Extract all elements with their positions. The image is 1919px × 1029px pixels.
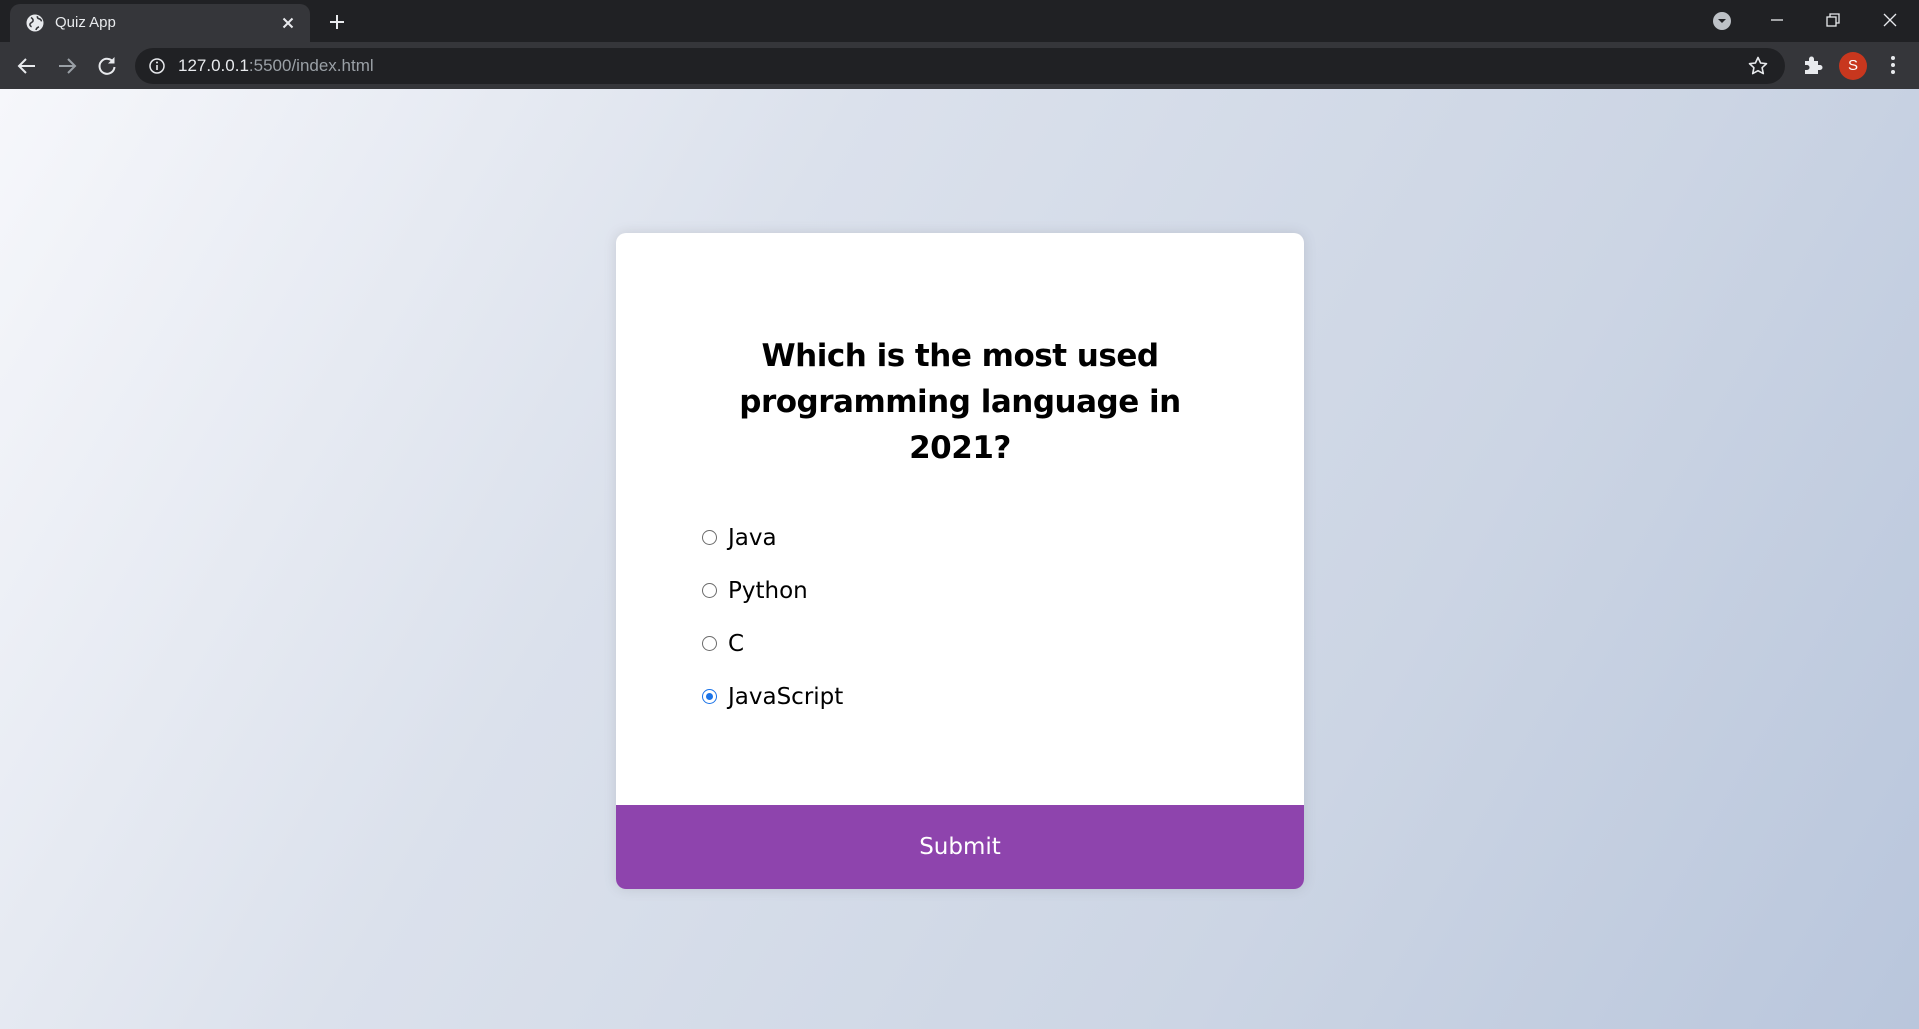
- answer-option-python[interactable]: Python: [702, 564, 1202, 617]
- url-text: 127.0.0.1:5500/index.html: [178, 48, 374, 84]
- answer-label: JavaScript: [728, 683, 844, 710]
- answer-label: Python: [728, 577, 808, 604]
- close-icon[interactable]: [279, 14, 297, 32]
- browser-toolbar: 127.0.0.1:5500/index.html: [0, 42, 1919, 89]
- answer-label: C: [728, 630, 745, 657]
- window-close-icon[interactable]: [1875, 6, 1905, 36]
- url-host: 127.0.0.1: [178, 56, 249, 75]
- submit-button[interactable]: Submit: [616, 805, 1304, 889]
- star-icon[interactable]: [1747, 55, 1769, 77]
- quiz-card: Which is the most used programming langu…: [616, 233, 1304, 889]
- browser-tab[interactable]: Quiz App: [10, 4, 310, 42]
- page-viewport: Which is the most used programming langu…: [0, 89, 1919, 1029]
- browser-tab-strip: Quiz App: [0, 0, 1919, 42]
- restore-icon[interactable]: [1818, 6, 1848, 36]
- globe-icon: [25, 13, 45, 33]
- answer-option-javascript[interactable]: JavaScript: [702, 670, 1202, 723]
- answer-option-java[interactable]: Java: [702, 511, 1202, 564]
- answer-radio[interactable]: [702, 530, 717, 545]
- info-icon[interactable]: [148, 57, 166, 75]
- answer-list: Java Python C JavaScript: [702, 511, 1202, 723]
- back-icon[interactable]: [13, 52, 41, 80]
- forward-icon[interactable]: [53, 52, 81, 80]
- question-heading: Which is the most used programming langu…: [739, 338, 1181, 466]
- plus-icon[interactable]: [325, 10, 349, 34]
- answer-radio[interactable]: [702, 689, 717, 704]
- answer-label: Java: [728, 524, 777, 551]
- reload-icon[interactable]: [93, 52, 121, 80]
- tab-title: Quiz App: [55, 14, 116, 31]
- answer-radio[interactable]: [702, 583, 717, 598]
- url-path: :5500/index.html: [248, 56, 374, 75]
- more-icon[interactable]: [1880, 52, 1906, 78]
- address-bar[interactable]: 127.0.0.1:5500/index.html: [135, 48, 1785, 84]
- profile-avatar[interactable]: S: [1839, 52, 1867, 80]
- answer-option-c[interactable]: C: [702, 617, 1202, 670]
- extensions-icon[interactable]: [1800, 52, 1826, 78]
- answer-radio[interactable]: [702, 636, 717, 651]
- minimize-icon[interactable]: [1762, 6, 1792, 36]
- tab-search-icon[interactable]: [1707, 6, 1737, 36]
